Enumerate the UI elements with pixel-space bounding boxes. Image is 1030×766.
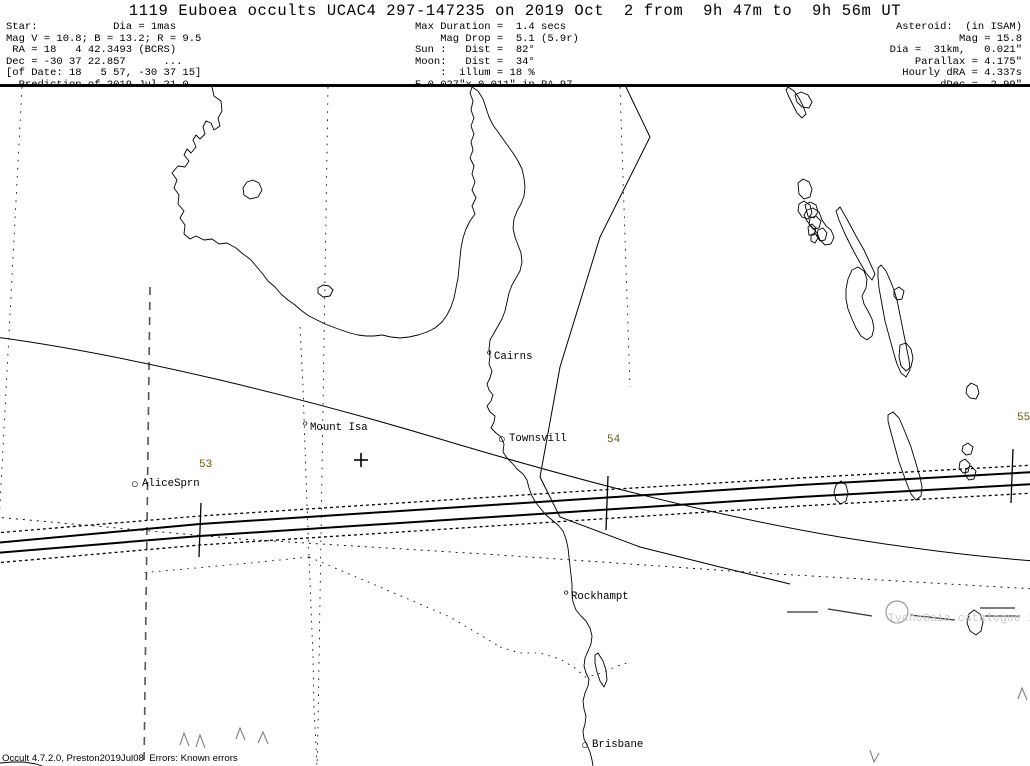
catalogue-watermark: TychoGaia catalogue i xyxy=(888,613,1030,625)
tick-54 xyxy=(605,475,609,531)
occultation-map: º Cairns º Mount Isa ○ Townsvill ○ Alice… xyxy=(0,87,1030,766)
city-marker-rockhampton: º xyxy=(563,590,570,602)
city-label-alice-springs: AliceSprn xyxy=(142,478,200,490)
star-info-block: Star: Dia = 1mas Mag V = 10.8; B = 13.2;… xyxy=(6,21,202,90)
event-info-block: Max Duration = 1.4 secs Mag Drop = 5.1 (… xyxy=(415,21,579,90)
city-label-cairns: Cairns xyxy=(494,351,533,363)
sunrise-line xyxy=(539,87,791,585)
city-marker-alice-springs: ○ xyxy=(131,477,139,492)
time-marker-55: 55 xyxy=(1017,412,1030,424)
tick-55 xyxy=(1010,448,1014,504)
time-marker-54: 54 xyxy=(607,434,621,446)
city-label-brisbane: Brisbane xyxy=(592,739,644,751)
reference-cross-icon xyxy=(354,453,368,467)
header-panel: 1119 Euboea occults UCAC4 297-147235 on … xyxy=(0,0,1030,91)
map-vector-layer xyxy=(0,87,1030,766)
city-label-mount-isa: Mount Isa xyxy=(310,422,368,434)
city-marker-mount-isa: º xyxy=(302,421,309,433)
city-marker-brisbane: ○ xyxy=(581,738,589,753)
city-marker-townsville: ○ xyxy=(498,432,506,447)
time-marker-53: 53 xyxy=(199,459,213,471)
northern-limit-line xyxy=(0,464,1030,534)
occultation-prediction-page: 1119 Euboea occults UCAC4 297-147235 on … xyxy=(0,0,1030,766)
city-marker-cairns: º xyxy=(486,350,493,362)
city-label-rockhampton: Rockhampt xyxy=(571,591,629,603)
asteroid-info-block: Asteroid: (in ISAM) Mag = 15.8 Dia = 31k… xyxy=(889,21,1022,90)
page-title: 1119 Euboea occults UCAC4 297-147235 on … xyxy=(128,2,902,20)
state-borders-group xyxy=(139,326,631,766)
footer-credit: Occult 4.7.2.0, Preston2019Jul08 Errors:… xyxy=(2,753,238,764)
city-label-townsville: Townsvill xyxy=(509,433,567,445)
tick-53 xyxy=(198,502,202,558)
nt-sa-border xyxy=(143,286,151,766)
